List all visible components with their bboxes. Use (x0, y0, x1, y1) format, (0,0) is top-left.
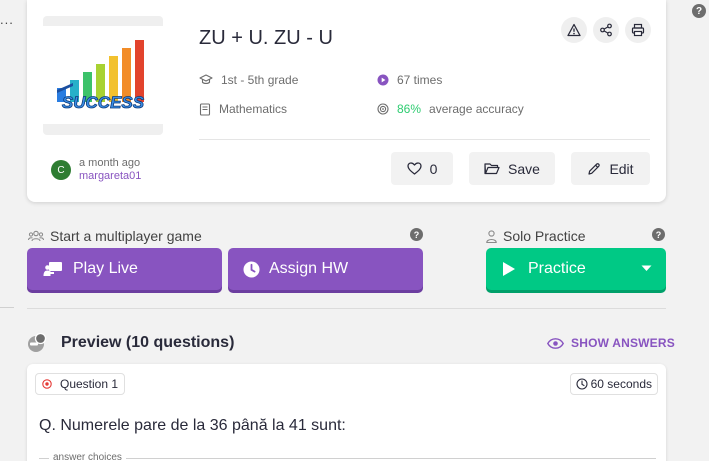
answer-choices-divider (39, 458, 656, 459)
print-button[interactable] (625, 17, 651, 43)
clock-icon (243, 261, 260, 277)
radio-target-icon (42, 379, 52, 389)
help-icon[interactable]: ? (692, 4, 706, 18)
play-live-button[interactable]: Play Live (27, 248, 222, 290)
quiz-summary-card: SUCCESS C a month ago margareta01 ZU + U… (27, 0, 666, 202)
play-circle-icon (377, 74, 389, 86)
grade-info: 1st - 5th grade (199, 73, 298, 87)
thumbnail-caption: SUCCESS (62, 93, 145, 112)
folder-icon (484, 163, 500, 175)
questions-icon (28, 333, 47, 352)
play-live-label: Play Live (73, 260, 138, 277)
user-icon (486, 229, 497, 243)
presentation-icon (43, 262, 62, 276)
preview-title: Preview (10 questions) (61, 333, 235, 351)
plays-info: 67 times (377, 73, 442, 87)
grade-text: 1st - 5th grade (221, 73, 299, 87)
question-label: Question 1 (35, 373, 126, 395)
assign-hw-label: Assign HW (269, 260, 349, 277)
avatar[interactable]: C (51, 160, 71, 180)
assign-hw-button[interactable]: Assign HW (228, 248, 423, 290)
subject-text: Mathematics (219, 102, 288, 116)
show-answers-label: SHOW ANSWERS (571, 336, 675, 350)
target-icon (377, 103, 389, 115)
like-count: 0 (429, 160, 438, 177)
plays-text: 67 times (397, 73, 443, 87)
edit-button[interactable]: Edit (571, 152, 650, 185)
warning-icon (567, 23, 581, 37)
edit-label: Edit (609, 160, 634, 177)
left-menu-ellipsis[interactable]: ... (0, 12, 14, 27)
question-card: Question 1 60 seconds Q. Numerele pare d… (27, 364, 666, 461)
question-time: 60 seconds (590, 377, 652, 391)
accuracy-label: average accuracy (429, 102, 524, 116)
multiplayer-label-text: Start a multiplayer game (50, 228, 202, 244)
book-icon (199, 102, 211, 116)
accuracy-value: 86% (397, 102, 422, 116)
multiplayer-help-icon[interactable]: ? (410, 228, 423, 241)
solo-help-icon[interactable]: ? (652, 228, 665, 241)
preview-header: Preview (10 questions) (27, 333, 234, 352)
question-time-badge: 60 seconds (569, 373, 658, 395)
save-label: Save (508, 160, 540, 177)
practice-label: Practice (528, 260, 586, 277)
printer-icon (631, 23, 645, 37)
like-button[interactable]: 0 (391, 152, 453, 185)
clock-outline-icon (576, 378, 588, 390)
save-button[interactable]: Save (469, 152, 555, 185)
card-divider (199, 139, 650, 140)
solo-practice-label-text: Solo Practice (503, 228, 586, 244)
show-answers-button[interactable]: SHOW ANSWERS (547, 336, 675, 350)
heart-icon (406, 162, 422, 175)
accuracy-info: 86% average accuracy (377, 102, 524, 116)
eye-icon (547, 337, 564, 349)
practice-button[interactable]: Practice (486, 248, 666, 290)
play-icon (503, 262, 515, 276)
author-info: C a month ago margareta01 (51, 157, 141, 183)
solo-practice-label: Solo Practice (486, 228, 585, 244)
share-icon (600, 23, 612, 37)
quiz-title: ZU + U. ZU - U (199, 27, 333, 49)
group-icon (28, 230, 44, 242)
graduation-cap-icon (199, 74, 213, 84)
chevron-down-icon[interactable] (641, 265, 652, 272)
author-time: a month ago (79, 157, 141, 169)
answer-choices-label: answer choices (49, 452, 126, 461)
left-divider (0, 307, 14, 308)
section-divider (27, 308, 666, 309)
author-name[interactable]: margareta01 (79, 170, 141, 183)
quiz-thumbnail: SUCCESS (43, 16, 163, 135)
success-chart-image: SUCCESS (57, 40, 145, 112)
multiplayer-label: Start a multiplayer game (28, 228, 202, 244)
report-button[interactable] (561, 17, 587, 43)
subject-info: Mathematics (199, 102, 287, 116)
question-text: Q. Numerele pare de la 36 până la 41 sun… (39, 417, 346, 434)
pencil-icon (588, 162, 601, 175)
share-button[interactable] (593, 17, 619, 43)
question-number: Question 1 (60, 377, 119, 391)
